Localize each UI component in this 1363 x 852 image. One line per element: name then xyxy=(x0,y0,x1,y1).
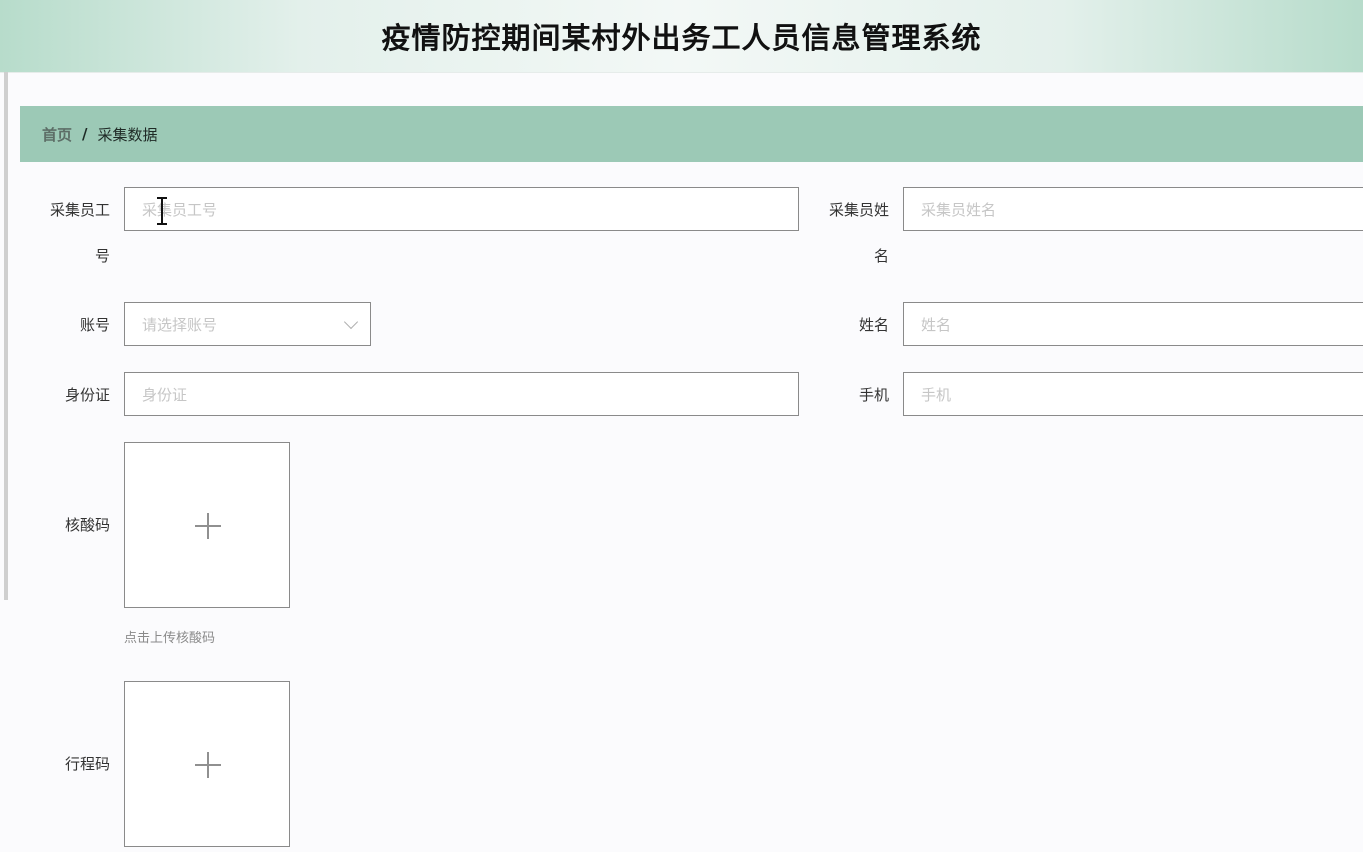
chevron-down-icon xyxy=(343,314,359,329)
account-placeholder: 请选择账号 xyxy=(142,315,218,334)
plus-icon-vertical xyxy=(207,752,209,778)
breadcrumb: 首页 / 采集数据 xyxy=(20,106,1363,162)
collector-name-label-line2: 名 xyxy=(873,247,889,265)
sidebar-scrollbar[interactable] xyxy=(4,72,8,600)
breadcrumb-separator: / xyxy=(82,125,88,143)
nucleic-code-label: 核酸码 xyxy=(64,516,110,534)
name-placeholder: 姓名 xyxy=(921,315,952,334)
nucleic-code-upload[interactable] xyxy=(124,442,290,608)
page-header: 疫情防控期间某村外出务工人员信息管理系统 xyxy=(0,0,1363,73)
name-label: 姓名 xyxy=(858,316,889,334)
id-card-label: 身份证 xyxy=(64,386,110,404)
account-label: 账号 xyxy=(79,316,110,334)
id-card-placeholder: 身份证 xyxy=(142,385,188,404)
phone-placeholder: 手机 xyxy=(921,385,952,404)
collector-id-label: 采集员工 xyxy=(30,187,110,233)
breadcrumb-current: 采集数据 xyxy=(97,125,158,144)
collector-id-label-line1: 采集员工 xyxy=(49,201,110,219)
collector-name-input[interactable]: 采集员姓名 xyxy=(903,187,1363,231)
travel-code-upload[interactable] xyxy=(124,681,290,847)
collector-name-label: 采集员姓 xyxy=(809,187,889,233)
travel-code-label: 行程码 xyxy=(64,755,110,773)
phone-label: 手机 xyxy=(858,386,889,404)
collector-name-label-line1: 采集员姓 xyxy=(828,201,889,219)
plus-icon-vertical xyxy=(207,513,209,539)
collector-id-placeholder: 采集员工号 xyxy=(142,200,218,219)
collector-id-label-wrap: 号 xyxy=(30,233,110,279)
breadcrumb-home-link[interactable]: 首页 xyxy=(42,124,72,145)
name-input[interactable]: 姓名 xyxy=(903,302,1363,346)
collector-name-placeholder: 采集员姓名 xyxy=(921,200,997,219)
phone-input[interactable]: 手机 xyxy=(903,372,1363,416)
collector-id-input[interactable]: 采集员工号 xyxy=(124,187,799,231)
account-select[interactable]: 请选择账号 xyxy=(124,302,371,346)
id-card-input[interactable]: 身份证 xyxy=(124,372,799,416)
nucleic-code-hint: 点击上传核酸码 xyxy=(124,631,216,646)
page-title: 疫情防控期间某村外出务工人员信息管理系统 xyxy=(381,21,982,55)
text-cursor-icon xyxy=(157,197,167,225)
collector-name-label-wrap: 名 xyxy=(809,233,889,279)
collector-id-label-line2: 号 xyxy=(94,247,110,265)
